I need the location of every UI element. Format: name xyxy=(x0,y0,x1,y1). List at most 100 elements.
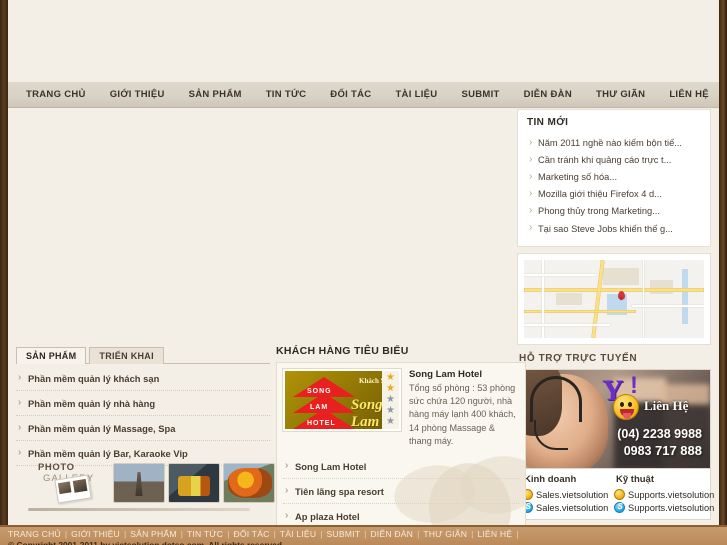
footer-navigation[interactable]: TRANG CHỦ | GIỚI THIỆU | SẢN PHẨM | TIN TỨC | ĐỐ… xyxy=(0,527,727,539)
footer-nav-item-4[interactable]: ĐỐI TÁC xyxy=(233,529,269,539)
footer-nav-item-8[interactable]: THƯ GIÃN xyxy=(423,529,467,539)
news-item-1[interactable]: Cần tránh khi quảng cáo trực t... xyxy=(527,151,701,168)
main-nav-item-4[interactable]: ĐỐI TÁC xyxy=(318,82,383,108)
footer-nav-item-7[interactable]: DIỄN ĐÀN xyxy=(370,529,413,539)
support-agent-photo: Y ! Liên Hệ (04) 2238 9988 0983 717 888 xyxy=(517,369,711,470)
star-icon-4: ★ xyxy=(386,415,395,427)
footer-nav-item-3[interactable]: TIN TỨC xyxy=(187,529,223,539)
phone-prefix: 0983 xyxy=(623,444,652,459)
logo-word-1: SONG xyxy=(307,388,332,395)
support-contact-1-0[interactable]: Supports.vietsolution xyxy=(614,488,714,501)
footer-nav-separator: | xyxy=(227,529,230,539)
support-panel: HỖ TRỢ TRỰC TUYẾN Y ! Liên Hệ (04) 2238 … xyxy=(517,351,714,521)
main-nav-item-9[interactable]: LIÊN HỆ xyxy=(657,82,721,108)
star-icon-0: ★ xyxy=(386,372,395,384)
news-item-4[interactable]: Phong thủy trong Marketing... xyxy=(527,203,701,220)
support-panel-title: HỖ TRỢ TRỰC TUYẾN xyxy=(519,353,638,365)
support-contact-1-1[interactable]: Supports.vietsolution xyxy=(614,501,714,514)
customers-title: KHÁCH HÀNG TIÊU BIỂU xyxy=(276,345,409,357)
footer-nav-item-2[interactable]: SẢN PHẨM xyxy=(130,529,177,539)
products-tabs[interactable]: SẢN PHẨM TRIỂN KHAI xyxy=(16,345,270,364)
star-icon-1: ★ xyxy=(386,383,395,395)
gallery-thumb-boat[interactable] xyxy=(168,463,220,503)
featured-customer-description: Tổng số phòng : 53 phòng sức chứa 120 ng… xyxy=(409,383,516,446)
product-item-2[interactable]: Phần mềm quản lý Massage, Spa xyxy=(16,416,270,441)
customers-module: KHÁCH HÀNG TIÊU BIỂU SONG LAM HOTEL Khác… xyxy=(276,345,526,544)
location-map[interactable] xyxy=(524,260,704,339)
yahoo-messenger-icon xyxy=(614,489,625,501)
logo-word-2: LAM xyxy=(310,404,329,411)
song-lam-hotel-logo[interactable]: SONG LAM HOTEL Khách Sạn Song Lam ★ ★ ★ ★ ★ xyxy=(282,368,402,432)
footer-nav-separator: | xyxy=(364,529,367,539)
customer-item-1[interactable]: Tiên lãng spa resort xyxy=(283,479,519,505)
frame-right-border xyxy=(719,0,727,525)
news-item-5[interactable]: Tại sao Steve Jobs khiến thế g... xyxy=(527,220,701,237)
footer-nav-separator: | xyxy=(471,529,474,539)
support-contact-0-0[interactable]: Sales.vietsolution xyxy=(522,488,614,501)
footer-nav-item-1[interactable]: GIỚI THIỆU xyxy=(71,529,120,539)
frame-left-border xyxy=(0,0,8,525)
footer-nav-item-6[interactable]: SUBMIT xyxy=(327,529,361,539)
phone-suffix: 717 888 xyxy=(655,443,702,459)
footer-nav-separator: | xyxy=(320,529,323,539)
customer-item-0[interactable]: Song Lam Hotel xyxy=(283,454,519,480)
support-contact-0-1[interactable]: Sales.vietsolution xyxy=(522,501,614,514)
footer-nav-separator: | xyxy=(273,529,276,539)
header-banner xyxy=(8,0,719,82)
products-tab-0[interactable]: SẢN PHẨM xyxy=(16,347,87,364)
support-column-heading-1: Kỹ thuật xyxy=(616,474,654,486)
news-item-0[interactable]: Năm 2011 nghề nào kiếm bộn tiế... xyxy=(527,134,701,151)
main-nav-list: TRANG CHỦ GIỚI THIỆU SẢN PHẨM TIN TỨC ĐỐI TÁ… xyxy=(8,82,719,108)
site-header xyxy=(8,0,719,82)
gallery-thumb-autumn-tree[interactable] xyxy=(223,463,275,503)
main-nav-item-2[interactable]: SẢN PHẨM xyxy=(177,82,254,108)
support-contact-label: Supports.vietsolution xyxy=(628,489,715,500)
main-nav-item-1[interactable]: GIỚI THIỆU xyxy=(98,82,177,108)
featured-customer-text: Song Lam Hotel Tổng số phòng : 53 phòng … xyxy=(409,369,519,448)
main-nav-item-3[interactable]: TIN TỨC xyxy=(254,82,319,108)
support-contacts: Kinh doanh Sales.vietsolution Sales.vietso… xyxy=(517,469,714,521)
product-item-0[interactable]: Phần mềm quản lý khách sạn xyxy=(16,366,270,391)
main-nav-item-7[interactable]: DIỄN ĐÀN xyxy=(512,82,584,108)
main-nav-item-6[interactable]: SUBMIT xyxy=(449,82,511,108)
customers-box: SONG LAM HOTEL Khách Sạn Song Lam ★ ★ ★ ★ ★ … xyxy=(276,362,526,537)
contact-label: Liên Hệ xyxy=(644,398,689,414)
footer-nav-item-9[interactable]: LIÊN HỆ xyxy=(477,529,512,539)
hotel-star-rating: ★ ★ ★ ★ ★ xyxy=(382,371,399,429)
main-nav-item-5[interactable]: TÀI LIỆU xyxy=(383,82,449,108)
products-module: SẢN PHẨMTRIỂN KHAI Phần mềm quản lý khác… xyxy=(16,345,270,466)
gallery-thumb-windmill[interactable] xyxy=(113,463,165,503)
news-panel: TIN MỚI Năm 2011 nghề nào kiếm bộn tiế..… xyxy=(517,109,711,248)
site-shell: TRANG CHỦ GIỚI THIỆU SẢN PHẨM TIN TỨC ĐỐI TÁ… xyxy=(8,0,719,544)
support-phone-secondary: 0983 717 888 xyxy=(624,443,702,458)
customers-list: Song Lam HotelTiên lãng spa resortAp pla… xyxy=(283,454,519,530)
support-column-heading-0: Kinh doanh xyxy=(524,474,577,486)
news-item-3[interactable]: Mozilla giới thiệu Firefox 4 d... xyxy=(527,186,701,203)
main-nav-item-0[interactable]: TRANG CHỦ xyxy=(14,82,98,108)
featured-customer: SONG LAM HOTEL Khách Sạn Song Lam ★ ★ ★ ★ ★ … xyxy=(282,368,519,448)
footer-nav-separator: | xyxy=(417,529,420,539)
footer-nav-separator: | xyxy=(123,529,127,539)
news-list: Năm 2011 nghề nào kiếm bộn tiế...Cần trá… xyxy=(527,134,701,237)
star-icon-2: ★ xyxy=(386,393,395,405)
main-navigation[interactable]: TRANG CHỦ GIỚI THIỆU SẢN PHẨM TIN TỨC ĐỐI TÁ… xyxy=(8,82,719,108)
footer-nav-item-5[interactable]: TÀI LIỆU xyxy=(280,529,316,539)
product-item-1[interactable]: Phần mềm quản lý nhà hàng xyxy=(16,391,270,416)
yahoo-smiley-icon xyxy=(613,394,639,421)
gallery-divider xyxy=(28,508,250,511)
photo-album-icon xyxy=(54,474,92,504)
news-panel-title: TIN MỚI xyxy=(527,117,569,128)
right-sidebar: TIN MỚI Năm 2011 nghề nào kiếm bộn tiế..… xyxy=(517,109,714,521)
footer-nav-separator: | xyxy=(516,529,519,539)
footer-nav-item-0[interactable]: TRANG CHỦ xyxy=(8,529,61,539)
photo-gallery[interactable]: PHOTO GALLERY xyxy=(16,457,275,511)
main-nav-item-8[interactable]: THƯ GIÃN xyxy=(584,82,657,108)
headset-icon xyxy=(530,376,582,423)
site-footer: TRANG CHỦ | GIỚI THIỆU | SẢN PHẨM | TIN TỨC | ĐỐ… xyxy=(0,525,727,545)
content-area: TIN MỚI Năm 2011 nghề nào kiếm bộn tiế..… xyxy=(8,109,719,544)
products-tab-1[interactable]: TRIỂN KHAI xyxy=(89,347,164,364)
gallery-label-line1: PHOTO xyxy=(38,462,75,473)
news-item-2[interactable]: Marketing số hóa... xyxy=(527,168,701,185)
support-column-0: Kinh doanh Sales.vietsolution Sales.vietso… xyxy=(522,473,614,514)
support-phone-primary: (04) 2238 9988 xyxy=(617,427,702,442)
